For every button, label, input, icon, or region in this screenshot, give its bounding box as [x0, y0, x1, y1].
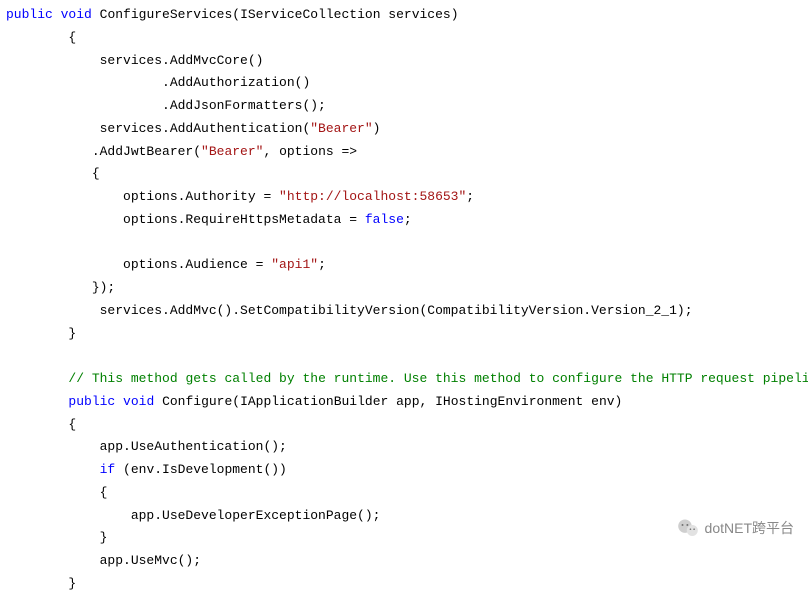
watermark-label: dotNET跨平台: [705, 516, 794, 541]
watermark: dotNET跨平台: [677, 516, 794, 541]
wechat-icon: [677, 517, 699, 539]
code-block: public void ConfigureServices(IServiceCo…: [0, 0, 808, 600]
